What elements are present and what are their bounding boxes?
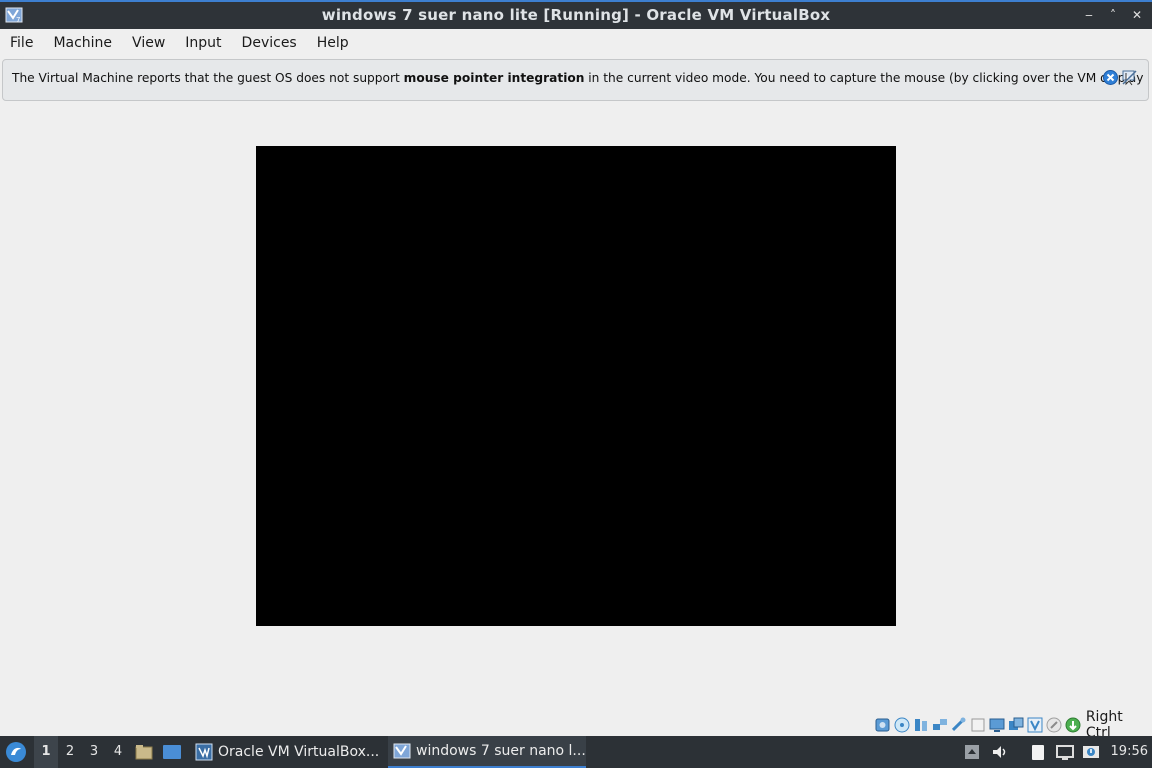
audio-icon[interactable]	[912, 716, 930, 734]
volume-icon[interactable]	[990, 742, 1010, 762]
desktop-1[interactable]: 1	[34, 736, 58, 768]
menu-machine[interactable]: Machine	[43, 29, 122, 57]
desktop-4[interactable]: 4	[106, 736, 130, 768]
menu-devices[interactable]: Devices	[232, 29, 307, 57]
mouse-integration-notice: The Virtual Machine reports that the gue…	[2, 59, 1149, 101]
do-not-show-again-icon[interactable]	[1121, 69, 1138, 86]
network-icon[interactable]	[931, 716, 949, 734]
notice-text-after: in the current video mode. You need to c…	[584, 71, 1144, 85]
show-desktop-icon[interactable]	[162, 742, 182, 762]
virtualbox-manager-icon	[195, 743, 213, 761]
file-manager-icon[interactable]	[134, 742, 154, 762]
notice-text: The Virtual Machine reports that the gue…	[12, 71, 1143, 85]
hard-disk-icon[interactable]	[874, 716, 892, 734]
menu-view[interactable]: View	[122, 29, 175, 57]
mouse-integration-icon[interactable]	[1045, 716, 1063, 734]
keyboard-capture-icon[interactable]	[1064, 716, 1082, 734]
close-notice-icon[interactable]	[1102, 69, 1119, 86]
task-vm-window[interactable]: windows 7 suer nano l...	[388, 736, 586, 768]
start-menu-icon[interactable]	[4, 740, 28, 764]
clock[interactable]: 19:56	[1111, 736, 1148, 768]
optical-drive-icon[interactable]	[893, 716, 911, 734]
notice-text-before: The Virtual Machine reports that the gue…	[12, 71, 404, 85]
menu-help[interactable]: Help	[307, 29, 359, 57]
shared-folders-icon[interactable]	[969, 716, 987, 734]
virtualization-icon[interactable]	[1026, 716, 1044, 734]
notice-text-bold: mouse pointer integration	[403, 71, 585, 85]
clipboard-icon[interactable]	[1028, 742, 1048, 762]
notification-icon[interactable]	[1081, 742, 1101, 762]
usb-icon[interactable]	[950, 716, 968, 734]
menu-bar: File Machine View Input Devices Help	[0, 29, 1152, 57]
vm-display[interactable]	[256, 146, 896, 626]
desktop-3[interactable]: 3	[82, 736, 106, 768]
video-capture-icon[interactable]	[1007, 716, 1025, 734]
desktop-switcher: 1 2 3 4	[34, 736, 130, 768]
display-icon[interactable]	[988, 716, 1006, 734]
window-title: windows 7 suer nano lite [Running] - Ora…	[321, 6, 831, 24]
close-button[interactable]: ✕	[1130, 7, 1144, 23]
task-label: Oracle VM VirtualBox...	[218, 744, 380, 760]
task-virtualbox-manager[interactable]: Oracle VM VirtualBox...	[190, 736, 384, 768]
minimize-button[interactable]: ‒	[1082, 7, 1096, 23]
tray-expand-icon[interactable]	[962, 742, 982, 762]
network-tray-icon[interactable]	[1055, 742, 1075, 762]
maximize-button[interactable]: ˄	[1106, 7, 1120, 23]
taskbar: 1 2 3 4 Oracle VM VirtualBox... windows …	[0, 736, 1152, 768]
task-label: windows 7 suer nano l...	[416, 743, 586, 759]
virtualbox-vm-icon	[393, 743, 411, 759]
desktop-2[interactable]: 2	[58, 736, 82, 768]
window-titlebar[interactable]: 7 windows 7 suer nano lite [Running] - O…	[0, 0, 1152, 29]
menu-input[interactable]: Input	[175, 29, 231, 57]
menu-file[interactable]: File	[0, 29, 43, 57]
vm-status-bar: Right Ctrl	[874, 709, 1152, 741]
